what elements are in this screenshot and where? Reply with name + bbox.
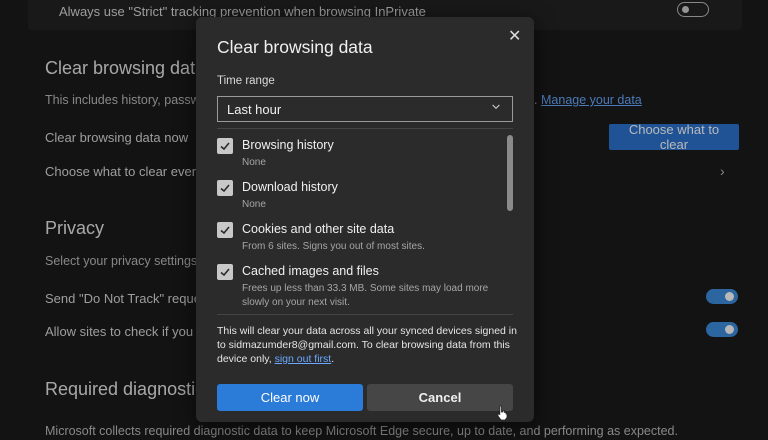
checkmark-icon [220, 268, 230, 277]
option-label: Download history [242, 180, 338, 194]
option-desc: From 6 sites. Signs you out of most site… [242, 241, 425, 252]
option-desc: Frees up less than 33.3 MB. Some sites m… [242, 283, 489, 308]
divider-bottom [217, 314, 513, 315]
checkmark-icon [220, 226, 230, 235]
sync-info-period: . [331, 353, 335, 365]
divider-top [217, 128, 513, 129]
mouse-cursor-icon [497, 405, 508, 421]
dialog-title: Clear browsing data [217, 37, 373, 57]
option-desc: None [242, 199, 266, 210]
time-range-select[interactable]: Last hour [217, 96, 513, 122]
clear-browsing-data-dialog: Clear browsing data ✕ Time range Last ho… [196, 17, 534, 422]
sync-info-body: This will clear your data across all you… [217, 325, 517, 365]
checkmark-icon [220, 184, 230, 193]
clear-now-button[interactable]: Clear now [217, 384, 363, 411]
checkbox-cookies[interactable] [217, 222, 233, 238]
sign-out-first-link[interactable]: sign out first [275, 353, 332, 365]
option-label: Cookies and other site data [242, 222, 395, 236]
checkbox-cached-images[interactable] [217, 264, 233, 280]
close-icon[interactable]: ✕ [508, 26, 521, 46]
option-label: Cached images and files [242, 264, 379, 278]
checkmark-icon [220, 142, 230, 151]
time-range-label: Time range [217, 75, 275, 87]
cancel-button[interactable]: Cancel [367, 384, 513, 411]
data-type-list: Browsing history None Download history N… [217, 135, 513, 311]
checkbox-browsing-history[interactable] [217, 138, 233, 154]
option-label: Browsing history [242, 138, 334, 152]
option-desc: None [242, 157, 266, 168]
list-scrollbar[interactable] [507, 135, 513, 211]
checkbox-download-history[interactable] [217, 180, 233, 196]
time-range-value: Last hour [227, 102, 282, 117]
sync-info-text: This will clear your data across all you… [217, 324, 517, 366]
chevron-down-icon [492, 104, 500, 109]
